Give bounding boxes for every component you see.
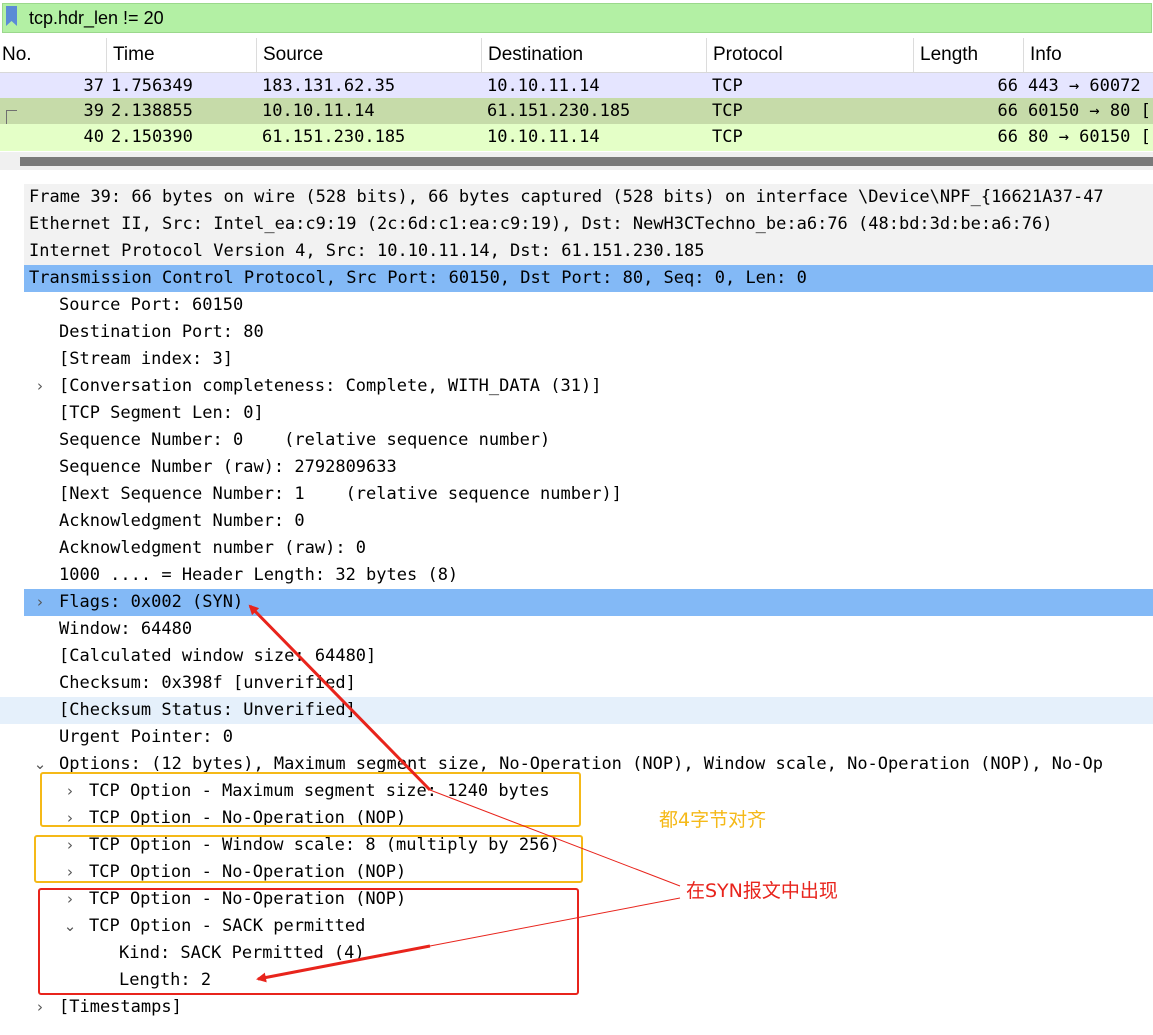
display-filter-bar: tcp.hdr_len != 20 bbox=[0, 0, 1153, 36]
detail-line[interactable]: › [Timestamps] bbox=[0, 994, 1153, 1021]
detail-text: Ethernet II, Src: Intel_ea:c9:19 (2c:6d:… bbox=[29, 214, 1053, 234]
detail-text: Flags: 0x002 (SYN) bbox=[59, 592, 244, 612]
aligned-box-1 bbox=[40, 772, 581, 827]
column-header-source[interactable]: Source bbox=[256, 38, 481, 72]
detail-line[interactable]: [TCP Segment Len: 0] bbox=[0, 400, 1153, 427]
column-header-length[interactable]: Length bbox=[913, 38, 1023, 72]
column-header-no[interactable]: No. bbox=[0, 38, 106, 72]
detail-text: Destination Port: 80 bbox=[59, 322, 264, 342]
packet-info: 60150 → 80 [ bbox=[1028, 101, 1151, 121]
column-header-time[interactable]: Time bbox=[106, 38, 256, 72]
column-header-info[interactable]: Info bbox=[1023, 38, 1153, 72]
detail-line[interactable]: › Flags: 0x002 (SYN) bbox=[24, 589, 1153, 616]
syn-options-box bbox=[38, 888, 579, 995]
column-header-destination[interactable]: Destination bbox=[481, 38, 706, 72]
packet-length: 66 bbox=[997, 76, 1018, 96]
packet-row[interactable]: 37 1.756349 183.131.62.35 10.10.11.14 TCP 66 4… bbox=[0, 73, 1153, 100]
packet-list-header: No. Time Source Destination Protocol Length In… bbox=[0, 38, 1153, 73]
column-header-protocol[interactable]: Protocol bbox=[706, 38, 913, 72]
packet-row[interactable]: 39 2.138855 10.10.11.14 61.151.230.185 TCP 66… bbox=[0, 98, 1153, 125]
detail-text: [Checksum Status: Unverified] bbox=[59, 700, 356, 720]
detail-text: Internet Protocol Version 4, Src: 10.10.… bbox=[29, 241, 705, 261]
aligned-box-2 bbox=[34, 835, 583, 883]
detail-text: [TCP Segment Len: 0] bbox=[59, 403, 264, 423]
detail-text: Checksum: 0x398f [unverified] bbox=[59, 673, 356, 693]
packet-info: 443 → 60072 bbox=[1028, 76, 1141, 96]
scrollbar-thumb[interactable] bbox=[20, 157, 1153, 166]
detail-line[interactable]: [Next Sequence Number: 1 (relative seque… bbox=[0, 481, 1153, 508]
packet-length: 66 bbox=[997, 127, 1018, 147]
detail-line[interactable]: Acknowledgment Number: 0 bbox=[0, 508, 1153, 535]
expand-chevron-icon[interactable]: › bbox=[33, 373, 47, 400]
display-filter-input[interactable]: tcp.hdr_len != 20 bbox=[2, 3, 1152, 33]
aligned-note: 都4字节对齐 bbox=[659, 809, 767, 831]
detail-text: Source Port: 60150 bbox=[59, 295, 244, 315]
detail-text: Acknowledgment Number: 0 bbox=[59, 511, 305, 531]
detail-line[interactable]: 1000 .... = Header Length: 32 bytes (8) bbox=[0, 562, 1153, 589]
detail-text: [Stream index: 3] bbox=[59, 349, 233, 369]
detail-text: Transmission Control Protocol, Src Port:… bbox=[29, 268, 807, 288]
detail-line[interactable]: Sequence Number (raw): 2792809633 bbox=[0, 454, 1153, 481]
detail-line[interactable]: › [Conversation completeness: Complete, W… bbox=[0, 373, 1153, 400]
detail-text: [Calculated window size: 64480] bbox=[59, 646, 377, 666]
detail-line[interactable]: Urgent Pointer: 0 bbox=[0, 724, 1153, 751]
packet-info: 80 → 60150 [ bbox=[1028, 127, 1151, 147]
detail-text: Window: 64480 bbox=[59, 619, 193, 639]
detail-text: [Timestamps] bbox=[59, 997, 182, 1017]
detail-text: Acknowledgment number (raw): 0 bbox=[59, 538, 367, 558]
packet-length: 66 bbox=[997, 101, 1018, 121]
horizontal-scrollbar[interactable] bbox=[0, 152, 1153, 170]
detail-line[interactable]: ›Ethernet II, Src: Intel_ea:c9:19 (2c:6d… bbox=[24, 211, 1153, 238]
detail-line[interactable]: Window: 64480 bbox=[0, 616, 1153, 643]
detail-line[interactable]: [Calculated window size: 64480] bbox=[0, 643, 1153, 670]
packet-row[interactable]: 40 2.150390 61.151.230.185 10.10.11.14 TCP 66… bbox=[0, 124, 1153, 151]
detail-text: Sequence Number (raw): 2792809633 bbox=[59, 457, 397, 477]
bookmark-icon[interactable] bbox=[6, 6, 17, 26]
detail-line[interactable]: Checksum: 0x398f [unverified] bbox=[0, 670, 1153, 697]
detail-text: [Conversation completeness: Complete, WI… bbox=[59, 376, 602, 396]
detail-line[interactable]: ›Frame 39: 66 bytes on wire (528 bits), … bbox=[24, 184, 1153, 211]
detail-line[interactable]: Destination Port: 80 bbox=[0, 319, 1153, 346]
expand-chevron-icon[interactable]: › bbox=[33, 589, 47, 616]
detail-line[interactable]: Sequence Number: 0 (relative sequence nu… bbox=[0, 427, 1153, 454]
detail-line[interactable]: ⌄Transmission Control Protocol, Src Port… bbox=[24, 265, 1153, 292]
detail-line[interactable]: Source Port: 60150 bbox=[0, 292, 1153, 319]
detail-text: Urgent Pointer: 0 bbox=[59, 727, 233, 747]
detail-line[interactable]: ›Internet Protocol Version 4, Src: 10.10… bbox=[24, 238, 1153, 265]
detail-text: Frame 39: 66 bytes on wire (528 bits), 6… bbox=[29, 187, 1104, 207]
detail-text: 1000 .... = Header Length: 32 bytes (8) bbox=[59, 565, 459, 585]
detail-text: [Next Sequence Number: 1 (relative seque… bbox=[59, 484, 622, 504]
syn-note: 在SYN报文中出现 bbox=[686, 880, 838, 902]
detail-line[interactable]: [Checksum Status: Unverified] bbox=[0, 697, 1153, 724]
detail-line[interactable]: Acknowledgment number (raw): 0 bbox=[0, 535, 1153, 562]
detail-text: Sequence Number: 0 (relative sequence nu… bbox=[59, 430, 551, 450]
detail-line[interactable]: [Stream index: 3] bbox=[0, 346, 1153, 373]
expand-chevron-icon[interactable]: › bbox=[33, 994, 47, 1021]
